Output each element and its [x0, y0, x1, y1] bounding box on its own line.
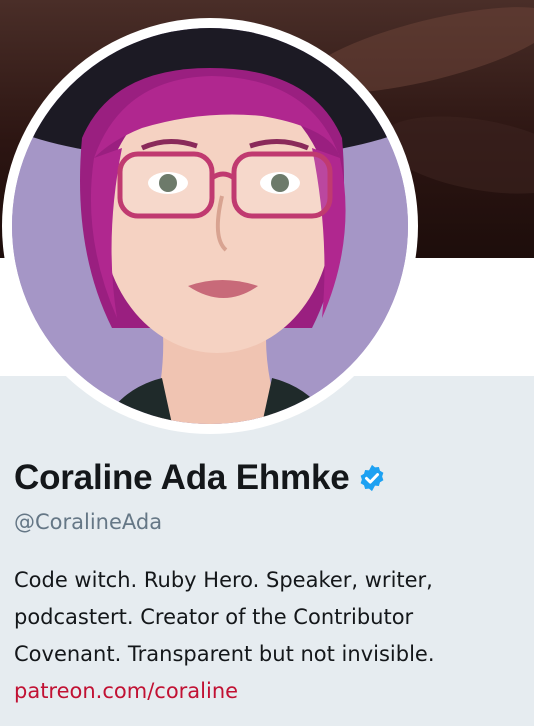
bio-line: podcastert. Creator of the Contributor	[14, 605, 414, 629]
avatar[interactable]	[12, 28, 408, 424]
avatar-illustration	[12, 28, 408, 424]
handle[interactable]: @CoralineAda	[14, 506, 524, 538]
verified-badge-icon	[357, 463, 387, 493]
website-link[interactable]: patreon.com/coraline	[14, 673, 524, 710]
profile-info: Coraline Ada Ehmke @CoralineAda Code wit…	[14, 452, 524, 710]
bio: Code witch. Ruby Hero. Speaker, writer, …	[14, 562, 524, 710]
name-row: Coraline Ada Ehmke	[14, 452, 524, 504]
display-name[interactable]: Coraline Ada Ehmke	[14, 458, 350, 498]
bio-line: Code witch. Ruby Hero. Speaker, writer,	[14, 568, 433, 592]
bio-line: Covenant. Transparent but not invisible.	[14, 642, 435, 666]
